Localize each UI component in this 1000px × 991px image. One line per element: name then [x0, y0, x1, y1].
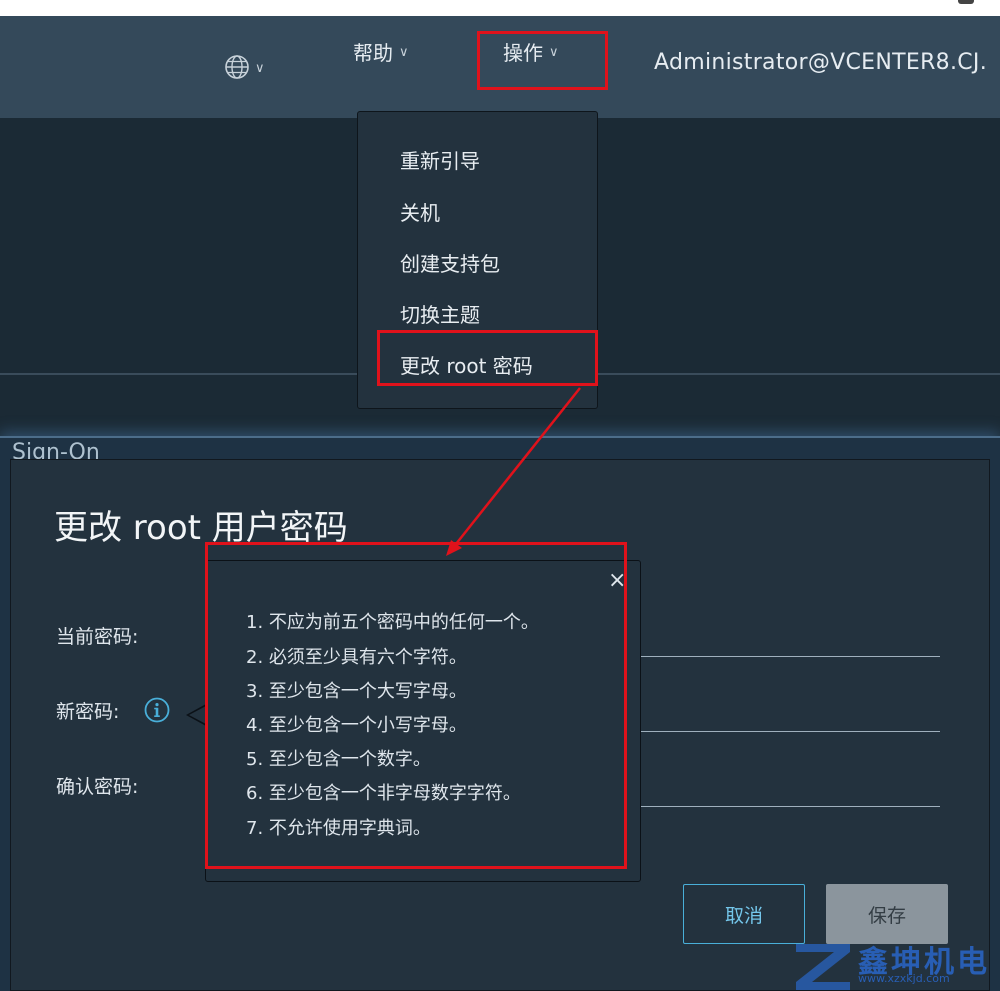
watermark-url: www.xzxkjd.com — [858, 972, 950, 985]
annotation-arrow — [446, 387, 581, 556]
